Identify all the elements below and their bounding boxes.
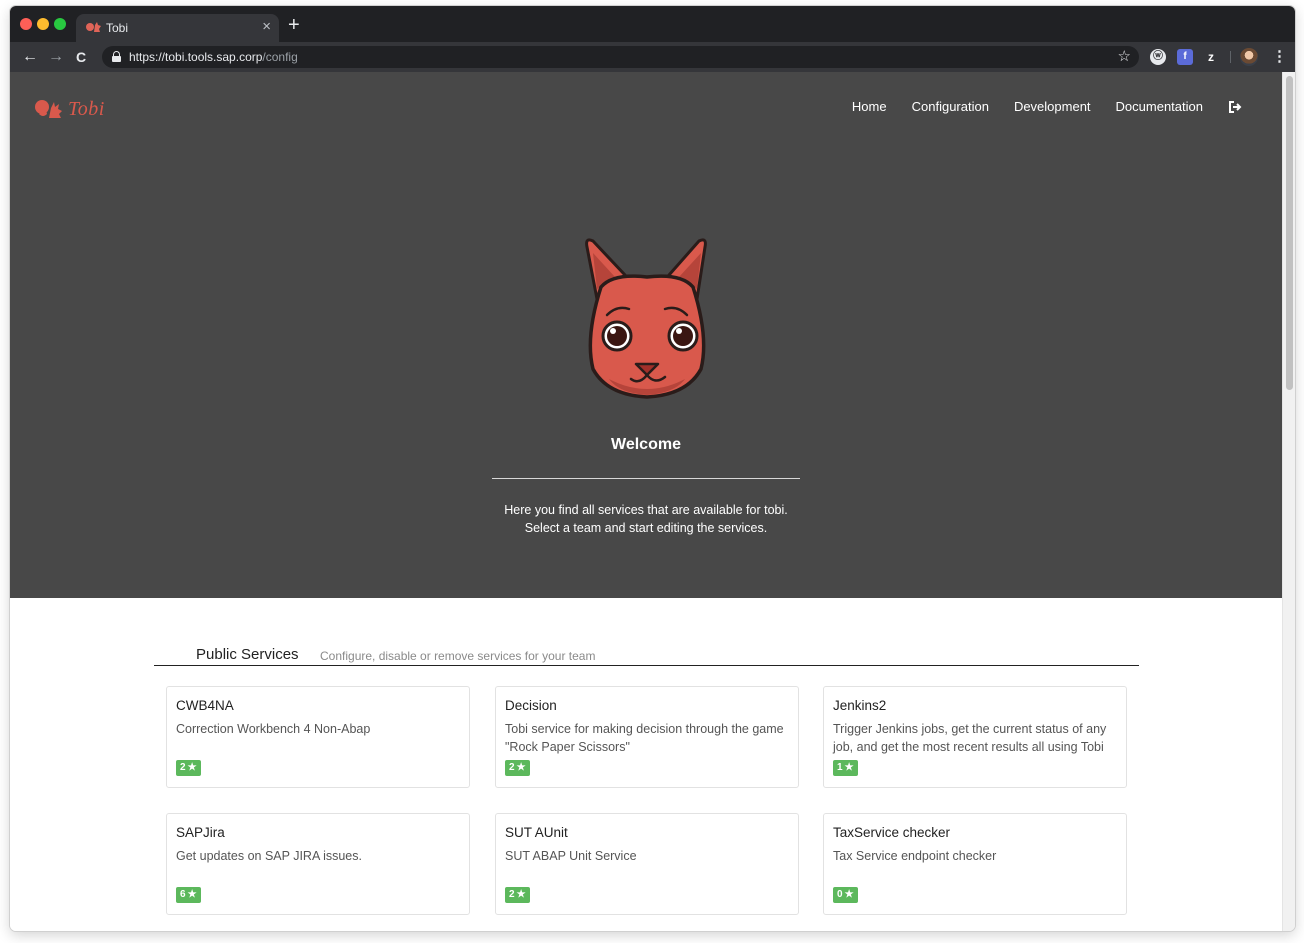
squirrel-mascot-image <box>585 238 707 399</box>
scrollbar-thumb[interactable] <box>1286 76 1293 390</box>
star-count: 6 <box>180 889 186 900</box>
zotero-extension-icon[interactable]: z <box>1203 49 1219 65</box>
service-description: SUT ABAP Unit Service <box>505 849 637 863</box>
star-count: 2 <box>509 762 515 773</box>
hero-divider <box>492 478 800 479</box>
tab-strip: Tobi × + <box>10 6 1295 42</box>
lock-icon <box>112 51 121 62</box>
star-icon: ★ <box>844 889 854 900</box>
address-bar[interactable]: https://tobi.tools.sap.corp/config ☆ <box>102 46 1139 68</box>
squirrel-logo-icon <box>35 100 62 118</box>
browser-window: Tobi × + ← → C https://tobi.tools.sap.co… <box>10 6 1295 931</box>
browser-tab[interactable]: Tobi × <box>76 14 279 42</box>
star-count-badge: 2 ★ <box>505 887 530 903</box>
url-host: https://tobi.tools.sap.corp <box>129 50 263 64</box>
squirrel-favicon-icon <box>86 21 102 35</box>
new-tab-button[interactable]: + <box>288 15 300 35</box>
star-icon: ★ <box>187 889 197 900</box>
service-description: Tobi service for making decision through… <box>505 722 784 754</box>
page-scrollbar[interactable] <box>1282 72 1295 931</box>
nav-development[interactable]: Development <box>1014 99 1091 114</box>
intro-line-1: Here you find all services that are avai… <box>504 503 788 517</box>
service-card-decision[interactable]: Decision Tobi service for making decisio… <box>495 686 799 788</box>
public-services-subtitle: Configure, disable or remove services fo… <box>320 649 596 663</box>
service-description: Trigger Jenkins jobs, get the current st… <box>833 722 1107 754</box>
service-card-jenkins2[interactable]: Jenkins2 Trigger Jenkins jobs, get the c… <box>823 686 1127 788</box>
service-description: Tax Service endpoint checker <box>833 849 997 863</box>
wordpress-extension-icon[interactable]: ⓦ <box>1150 49 1166 65</box>
service-name: Jenkins2 <box>833 698 887 713</box>
star-count: 1 <box>837 762 843 773</box>
public-services-title: Public Services <box>196 646 299 663</box>
service-name: TaxService checker <box>833 825 951 840</box>
nav-configuration[interactable]: Configuration <box>912 99 989 114</box>
intro-text: Here you find all services that are avai… <box>10 501 1282 537</box>
service-description: Correction Workbench 4 Non-Abap <box>176 722 371 736</box>
service-card-taxservice-checker[interactable]: TaxService checker Tax Service endpoint … <box>823 813 1127 915</box>
star-icon: ★ <box>187 762 197 773</box>
back-arrow-icon[interactable]: ← <box>22 47 38 67</box>
reload-icon[interactable]: C <box>76 47 86 67</box>
star-count-badge: 6 ★ <box>176 887 201 903</box>
star-count-badge: 2 ★ <box>505 760 530 776</box>
hero-section: Tobi Home Configuration Development Docu… <box>10 72 1282 598</box>
service-name: SAPJira <box>176 825 225 840</box>
star-count-badge: 0 ★ <box>833 887 858 903</box>
tobi-logo[interactable]: Tobi <box>34 98 104 122</box>
toolbar-divider <box>1230 51 1231 63</box>
logout-icon[interactable] <box>1228 100 1242 114</box>
service-card-sapjira[interactable]: SAPJira Get updates on SAP JIRA issues. … <box>166 813 470 915</box>
welcome-heading: Welcome <box>611 436 681 453</box>
url-text[interactable]: https://tobi.tools.sap.corp/config <box>129 50 298 64</box>
minimize-window-button[interactable] <box>37 18 49 30</box>
service-description: Get updates on SAP JIRA issues. <box>176 849 362 863</box>
page-content: Tobi Home Configuration Development Docu… <box>10 72 1282 931</box>
bookmark-star-icon[interactable]: ☆ <box>1118 47 1131 65</box>
service-name: CWB4NA <box>176 698 234 713</box>
fiori-extension-icon[interactable]: f <box>1177 49 1193 65</box>
star-count: 2 <box>509 889 515 900</box>
logo-text: Tobi <box>68 98 105 120</box>
nav-documentation[interactable]: Documentation <box>1116 99 1203 114</box>
star-count: 2 <box>180 762 186 773</box>
nav-home[interactable]: Home <box>852 99 887 114</box>
public-services-header: Public Services Configure, disable or re… <box>154 638 1139 666</box>
maximize-window-button[interactable] <box>54 18 66 30</box>
service-card-cwb4na[interactable]: CWB4NA Correction Workbench 4 Non-Abap 2… <box>166 686 470 788</box>
intro-line-2: Select a team and start editing the serv… <box>524 521 768 535</box>
star-count-badge: 2 ★ <box>176 760 201 776</box>
profile-avatar[interactable] <box>1240 48 1258 66</box>
service-name: Decision <box>505 698 557 713</box>
close-window-button[interactable] <box>20 18 32 30</box>
forward-arrow-icon[interactable]: → <box>48 47 64 67</box>
service-name: SUT AUnit <box>505 825 568 840</box>
star-count: 0 <box>837 889 843 900</box>
top-navigation: Home Configuration Development Documenta… <box>827 99 1242 114</box>
tab-title: Tobi <box>106 21 129 35</box>
star-icon: ★ <box>516 762 526 773</box>
tab-close-icon[interactable]: × <box>262 19 271 35</box>
star-count-badge: 1 ★ <box>833 760 858 776</box>
url-path: /config <box>262 50 298 64</box>
service-card-sut-aunit[interactable]: SUT AUnit SUT ABAP Unit Service 2 ★ <box>495 813 799 915</box>
browser-menu-icon[interactable]: ⋮ <box>1272 48 1287 66</box>
star-icon: ★ <box>516 889 526 900</box>
browser-toolbar: ← → C https://tobi.tools.sap.corp/config… <box>10 42 1295 72</box>
star-icon: ★ <box>844 762 854 773</box>
